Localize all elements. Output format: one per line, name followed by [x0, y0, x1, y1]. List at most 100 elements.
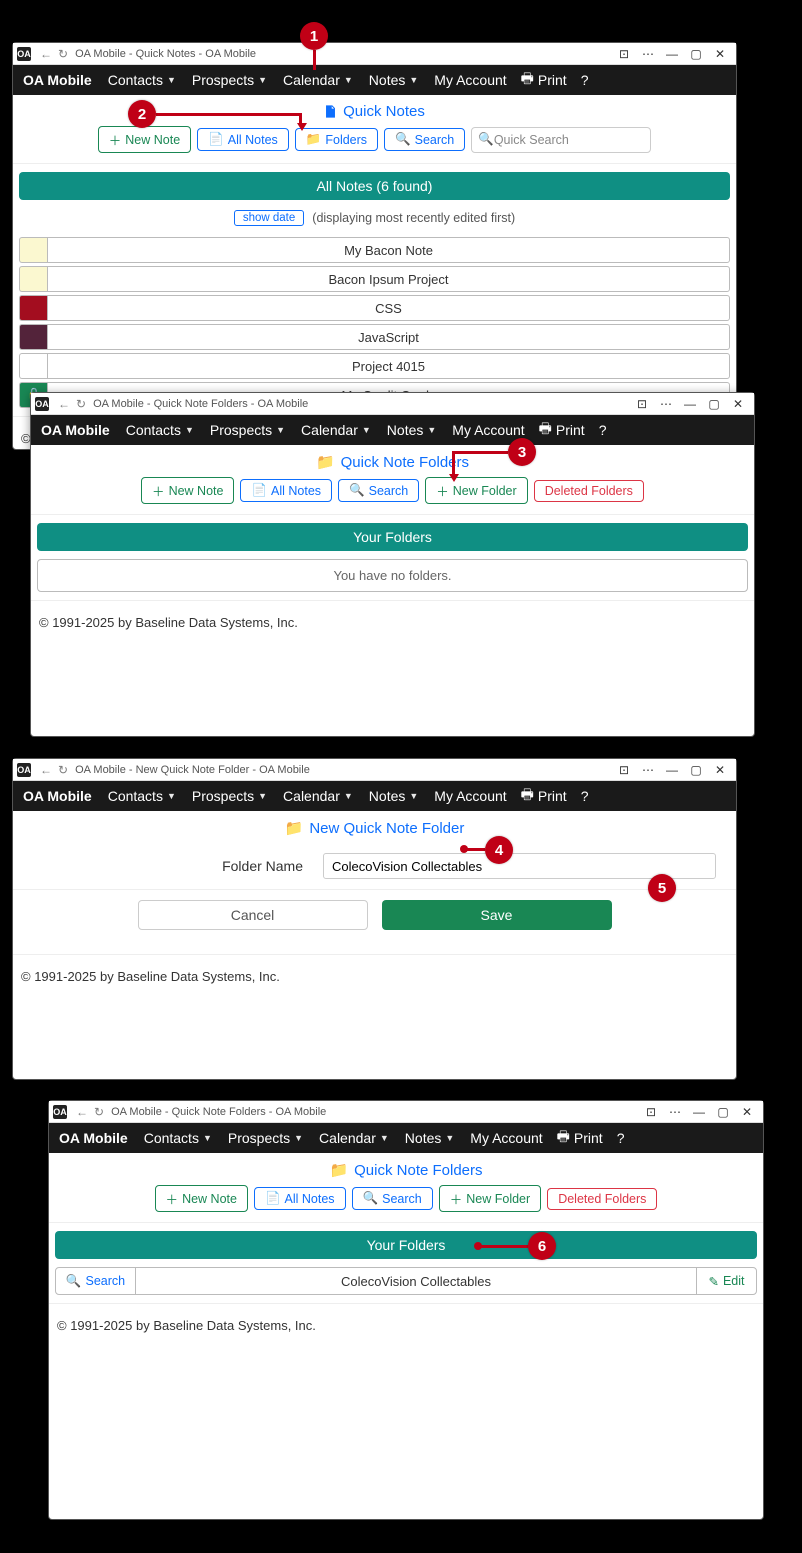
folder-search-button[interactable]: 🔍Search — [56, 1268, 136, 1294]
nav-print[interactable]: 🖶Print — [539, 418, 585, 442]
nav-myaccount[interactable]: My Account — [434, 72, 506, 88]
nav-help[interactable]: ? — [617, 1130, 625, 1146]
show-date-toggle[interactable]: show date — [234, 210, 304, 226]
nav-help[interactable]: ? — [581, 72, 589, 88]
sort-line: show date (displaying most recently edit… — [13, 208, 736, 234]
save-button[interactable]: Save — [382, 900, 612, 930]
nav-prospects[interactable]: Prospects▼ — [228, 1130, 313, 1146]
note-row[interactable]: CSS — [19, 295, 730, 321]
close-icon[interactable]: ✕ — [708, 47, 732, 61]
brand[interactable]: OA Mobile — [41, 422, 110, 438]
nav-notes[interactable]: Notes▼ — [369, 72, 429, 88]
window-title: OA Mobile - Quick Notes - OA Mobile — [75, 48, 256, 60]
nav-contacts[interactable]: Contacts▼ — [108, 788, 186, 804]
nav-myaccount[interactable]: My Account — [452, 422, 524, 438]
brand[interactable]: OA Mobile — [23, 788, 92, 804]
note-row[interactable]: My Bacon Note — [19, 237, 730, 263]
nav-myaccount[interactable]: My Account — [434, 788, 506, 804]
close-icon[interactable]: ✕ — [735, 1105, 759, 1119]
back-icon[interactable]: ← — [76, 1105, 88, 1119]
refresh-icon[interactable]: ↻ — [58, 47, 68, 61]
callout-3-line-h — [454, 451, 508, 454]
more-icon[interactable]: ⋯ — [654, 397, 678, 411]
nav-contacts[interactable]: Contacts▼ — [126, 422, 204, 438]
search-button[interactable]: 🔍Search — [352, 1187, 433, 1210]
nav-notes[interactable]: Notes▼ — [405, 1130, 465, 1146]
more-icon[interactable]: ⋯ — [636, 763, 660, 777]
reader-icon[interactable]: ⊡ — [612, 763, 636, 777]
minimize-icon[interactable]: — — [660, 763, 684, 777]
refresh-icon[interactable]: ↻ — [76, 397, 86, 411]
nav-calendar[interactable]: Calendar▼ — [301, 422, 381, 438]
maximize-icon[interactable]: ▢ — [684, 47, 708, 61]
reader-icon[interactable]: ⊡ — [630, 397, 654, 411]
sort-note: (displaying most recently edited first) — [312, 211, 515, 225]
new-folder-button[interactable]: ＋New Folder — [439, 1185, 541, 1212]
note-label: My Bacon Note — [47, 237, 730, 263]
nav-prospects[interactable]: Prospects▼ — [192, 788, 277, 804]
maximize-icon[interactable]: ▢ — [684, 763, 708, 777]
new-folder-button[interactable]: ＋New Folder — [425, 477, 527, 504]
folder-name-cell[interactable]: ColecoVision Collectables — [136, 1274, 696, 1289]
maximize-icon[interactable]: ▢ — [702, 397, 726, 411]
nav-notes[interactable]: Notes▼ — [387, 422, 447, 438]
close-icon[interactable]: ✕ — [726, 397, 750, 411]
close-icon[interactable]: ✕ — [708, 763, 732, 777]
back-icon[interactable]: ← — [40, 763, 52, 777]
nav-myaccount[interactable]: My Account — [470, 1130, 542, 1146]
maximize-icon[interactable]: ▢ — [711, 1105, 735, 1119]
reader-icon[interactable]: ⊡ — [612, 47, 636, 61]
refresh-icon[interactable]: ↻ — [58, 763, 68, 777]
new-note-button[interactable]: ＋New Note — [98, 126, 191, 153]
deleted-folders-button[interactable]: Deleted Folders — [534, 480, 644, 502]
nav-print[interactable]: 🖶Print — [521, 68, 567, 92]
quick-search-input[interactable]: 🔍Quick Search — [471, 127, 651, 153]
nav-prospects[interactable]: Prospects▼ — [210, 422, 295, 438]
new-note-button[interactable]: ＋New Note — [155, 1185, 248, 1212]
all-notes-button[interactable]: 📄All Notes — [197, 128, 289, 151]
note-swatch — [19, 295, 47, 321]
minimize-icon[interactable]: — — [678, 397, 702, 411]
nav-print[interactable]: 🖶Print — [557, 1126, 603, 1150]
brand[interactable]: OA Mobile — [23, 72, 92, 88]
nav-calendar[interactable]: Calendar▼ — [319, 1130, 399, 1146]
folder-edit-button[interactable]: ✎Edit — [696, 1268, 756, 1294]
nav-calendar[interactable]: Calendar▼ — [283, 72, 363, 88]
callout-4-line — [465, 848, 485, 851]
more-icon[interactable]: ⋯ — [636, 47, 660, 61]
note-label: Project 4015 — [47, 353, 730, 379]
callout-3-line-v — [452, 451, 455, 475]
nav-help[interactable]: ? — [581, 788, 589, 804]
nav-print[interactable]: 🖶Print — [521, 784, 567, 808]
minimize-icon[interactable]: — — [660, 47, 684, 61]
nav-calendar[interactable]: Calendar▼ — [283, 788, 363, 804]
back-icon[interactable]: ← — [40, 47, 52, 61]
note-label: JavaScript — [47, 324, 730, 350]
nav-contacts[interactable]: Contacts▼ — [108, 72, 186, 88]
folders-button[interactable]: 📁Folders — [295, 128, 378, 151]
back-icon[interactable]: ← — [58, 397, 70, 411]
search-button[interactable]: 🔍Search — [338, 479, 419, 502]
more-icon[interactable]: ⋯ — [663, 1105, 687, 1119]
main-nav: OA Mobile Contacts▼ Prospects▼ Calendar▼… — [31, 415, 754, 445]
all-notes-button[interactable]: 📄All Notes — [254, 1187, 346, 1210]
deleted-folders-button[interactable]: Deleted Folders — [547, 1188, 657, 1210]
nav-contacts[interactable]: Contacts▼ — [144, 1130, 222, 1146]
nav-help[interactable]: ? — [599, 422, 607, 438]
minimize-icon[interactable]: — — [687, 1105, 711, 1119]
note-row[interactable]: Bacon Ipsum Project — [19, 266, 730, 292]
cancel-button[interactable]: Cancel — [138, 900, 368, 930]
titlebar-w1: OA ← ↻ OA Mobile - Quick Notes - OA Mobi… — [13, 43, 736, 65]
window-title: OA Mobile - New Quick Note Folder - OA M… — [75, 764, 310, 776]
reader-icon[interactable]: ⊡ — [639, 1105, 663, 1119]
nav-notes[interactable]: Notes▼ — [369, 788, 429, 804]
search-button[interactable]: 🔍Search — [384, 128, 465, 151]
all-notes-button[interactable]: 📄All Notes — [240, 479, 332, 502]
new-note-button[interactable]: ＋New Note — [141, 477, 234, 504]
refresh-icon[interactable]: ↻ — [94, 1105, 104, 1119]
nav-prospects[interactable]: Prospects▼ — [192, 72, 277, 88]
note-row[interactable]: Project 4015 — [19, 353, 730, 379]
window-controls: ⊡ ⋯ — ▢ ✕ — [639, 1105, 759, 1119]
note-row[interactable]: JavaScript — [19, 324, 730, 350]
brand[interactable]: OA Mobile — [59, 1130, 128, 1146]
